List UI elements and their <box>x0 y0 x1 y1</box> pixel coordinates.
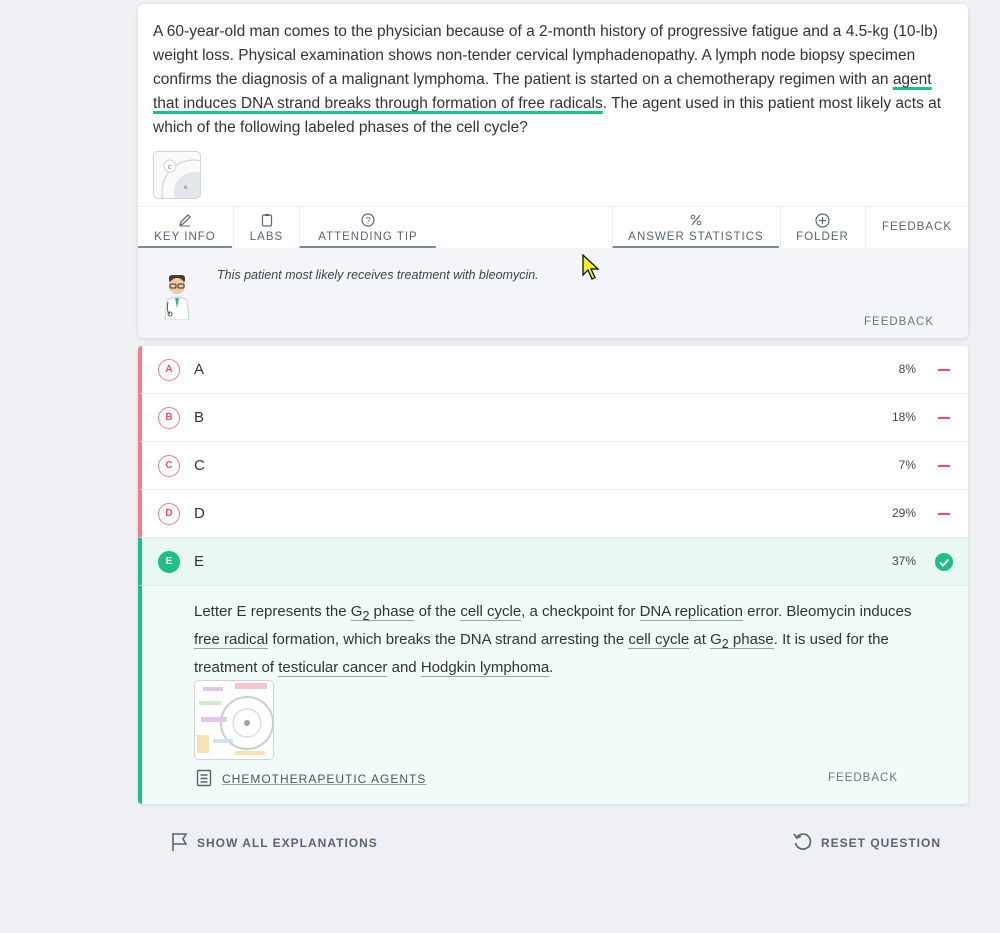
dna-replication-link[interactable]: DNA replication <box>639 603 743 621</box>
cell-cycle-image-thumbnail[interactable]: c e <box>153 151 201 199</box>
question-card: A 60-year-old man comes to the physician… <box>138 4 968 338</box>
explanation-segment: and <box>387 659 421 676</box>
answer-label: E <box>194 553 205 570</box>
explanation-segment: of the <box>414 603 461 620</box>
testicular-cancer-link[interactable]: testicular cancer <box>278 659 388 677</box>
answer-row-e[interactable]: E E 37% <box>138 538 968 586</box>
answer-statistics-tab[interactable]: ANSWER STATISTICS <box>612 207 779 249</box>
answer-badge: B <box>158 407 180 429</box>
answer-row-d[interactable]: D D 29% <box>138 490 968 538</box>
folder-label: FOLDER <box>796 231 849 243</box>
explanation-text: Letter E represents the G2 phase of the … <box>194 600 914 680</box>
question-circle-icon: ? <box>300 207 436 229</box>
show-all-explanations-label: SHOW ALL EXPLANATIONS <box>197 836 378 850</box>
answer-label: C <box>194 457 205 474</box>
svg-text:?: ? <box>366 216 372 226</box>
reset-question-button[interactable]: RESET QUESTION <box>793 832 940 854</box>
answer-percentage: 37% <box>891 554 916 568</box>
explanation-segment: Letter E represents the <box>194 603 351 620</box>
tip-feedback-link[interactable]: FEEDBACK <box>864 316 934 328</box>
attending-tip-tab[interactable]: ? ATTENDING TIP <box>299 207 436 249</box>
g2-subscript: 2 <box>721 637 729 651</box>
answer-label: B <box>194 409 205 426</box>
explanation-segment: . <box>549 659 554 676</box>
cell-cycle-figure-icon <box>197 683 273 755</box>
key-info-label: KEY INFO <box>154 231 216 243</box>
g2-letter: G <box>710 631 722 648</box>
answer-percentage: 7% <box>898 458 916 472</box>
reset-question-label: RESET QUESTION <box>821 836 942 850</box>
pencil-icon <box>138 207 232 229</box>
hodgkin-lymphoma-link[interactable]: Hodgkin lymphoma <box>420 659 550 677</box>
chemotherapeutic-agents-link[interactable]: CHEMOTHERAPEUTIC AGENTS <box>196 769 425 789</box>
folder-tab[interactable]: FOLDER <box>780 207 864 249</box>
article-icon <box>196 769 212 787</box>
explanation-segment: , a checkpoint for <box>521 603 640 620</box>
explanation-segment: at <box>689 631 711 648</box>
check-circle-icon <box>935 553 953 571</box>
answer-percentage: 8% <box>898 362 916 376</box>
answer-row-b[interactable]: B B 18% <box>138 394 968 442</box>
explanation-segment: formation, which breaks the DNA strand a… <box>268 631 629 648</box>
flag-icon <box>172 833 188 851</box>
answer-row-c[interactable]: C C 7% <box>138 442 968 490</box>
cell-cycle-diagram-icon: c e <box>161 159 200 198</box>
incorrect-dash-icon <box>938 369 950 371</box>
answer-badge: A <box>158 359 180 381</box>
svg-text:c: c <box>168 164 172 171</box>
answer-badge: D <box>158 503 180 525</box>
attending-tip-text: This patient most likely receives treatm… <box>217 268 539 282</box>
feedback-label: FEEDBACK <box>882 221 952 233</box>
reset-icon <box>793 833 812 850</box>
incorrect-dash-icon <box>938 465 950 467</box>
clipboard-icon <box>234 207 299 229</box>
mouse-cursor-icon <box>582 254 600 280</box>
g2-phase-link-2[interactable]: G2 phase <box>710 631 774 651</box>
explanation-feedback-link[interactable]: FEEDBACK <box>828 772 898 784</box>
free-radical-link[interactable]: free radical <box>194 631 269 649</box>
incorrect-dash-icon <box>938 417 950 419</box>
labs-label: LABS <box>249 231 284 243</box>
key-info-tab[interactable]: KEY INFO <box>138 207 232 249</box>
explanation-segment: error. Bleomycin induces <box>742 603 912 620</box>
answer-explanation: Letter E represents the G2 phase of the … <box>138 586 968 804</box>
phase-word: phase <box>369 603 415 620</box>
question-stem: A 60-year-old man comes to the physician… <box>153 20 958 140</box>
explanation-figure-thumbnail[interactable] <box>194 680 274 760</box>
g2-letter: G <box>350 603 363 620</box>
phase-word: phase <box>728 631 774 648</box>
stem-text: A 60-year-old man comes to the physician… <box>153 23 938 88</box>
answer-percentage: 29% <box>891 506 916 520</box>
question-toolbar: KEY INFO LABS ? ATTENDING TIP ANSWER STA… <box>138 206 968 249</box>
show-all-explanations-button[interactable]: SHOW ALL EXPLANATIONS <box>171 832 377 854</box>
answer-statistics-label: ANSWER STATISTICS <box>628 231 764 243</box>
plus-circle-icon <box>781 207 864 229</box>
answer-badge: E <box>158 551 180 573</box>
answer-choices: A A 8% B B 18% C C 7% D D 29% E E 37% Le… <box>138 346 968 804</box>
percent-icon <box>613 207 779 229</box>
doctor-avatar-icon <box>164 275 190 320</box>
attending-tip-label: ATTENDING TIP <box>318 231 418 243</box>
labs-tab[interactable]: LABS <box>233 207 299 249</box>
g2-phase-link[interactable]: G2 phase <box>350 603 415 623</box>
answer-percentage: 18% <box>891 410 916 424</box>
feedback-tab[interactable]: FEEDBACK <box>865 207 968 249</box>
answer-label: A <box>194 361 205 378</box>
attending-tip-panel: This patient most likely receives treatm… <box>138 248 968 338</box>
chemotherapeutic-agents-label: CHEMOTHERAPEUTIC AGENTS <box>222 772 427 786</box>
cell-cycle-link[interactable]: cell cycle <box>460 603 522 621</box>
answer-label: D <box>194 505 205 522</box>
cell-cycle-link-2[interactable]: cell cycle <box>628 631 690 649</box>
incorrect-dash-icon <box>938 513 950 515</box>
answer-row-a[interactable]: A A 8% <box>138 346 968 394</box>
answer-badge: C <box>158 455 180 477</box>
